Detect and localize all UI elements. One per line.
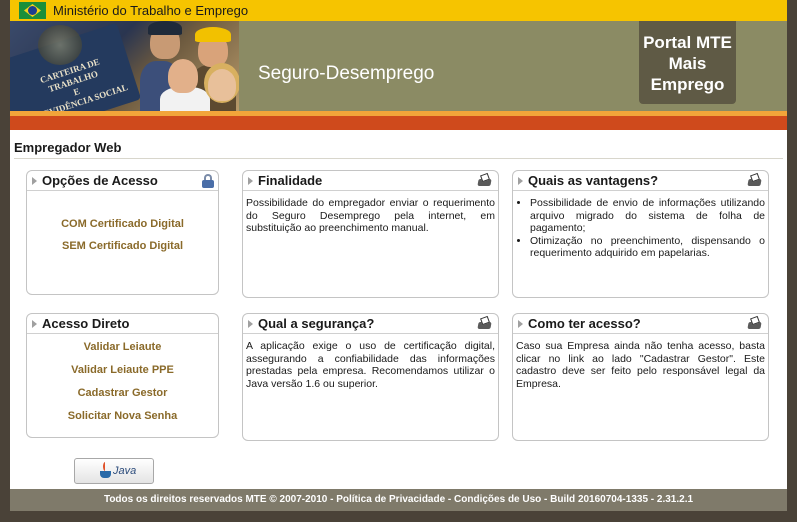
page-frame: Ministério do Trabalho e Emprego CARTEIR… <box>10 0 787 522</box>
list-item: Otimização no preenchimento, dispensando… <box>530 235 765 260</box>
panel-text: Possibilidade do empregador enviar o req… <box>246 197 495 234</box>
panel-opcoes-acesso: Opções de Acesso COM Certificado Digital… <box>26 170 219 295</box>
panel-vantagens: Quais as vantagens? Possibilidade de env… <box>512 170 769 298</box>
panel-title: Como ter acesso? <box>528 316 641 331</box>
panel-title: Finalidade <box>258 173 323 188</box>
com-certificado-link[interactable]: COM Certificado Digital <box>27 218 218 230</box>
doctor-image <box>168 59 198 93</box>
arrow-right-icon <box>32 177 37 185</box>
print-icon[interactable] <box>747 315 762 330</box>
arrow-right-icon <box>248 177 253 185</box>
panel-title: Opções de Acesso <box>42 173 158 188</box>
brazil-flag-icon <box>19 2 46 19</box>
arrow-right-icon <box>518 177 523 185</box>
panel-acesso-direto: Acesso Direto Validar Leiaute Validar Le… <box>26 313 219 438</box>
title-divider <box>14 158 783 159</box>
woman-image <box>208 69 236 101</box>
emblem-image <box>38 25 82 65</box>
footer-border <box>10 511 787 522</box>
ministry-name[interactable]: Ministério do Trabalho e Emprego <box>53 3 248 18</box>
panel-title: Quais as vantagens? <box>528 173 659 188</box>
panel-title: Qual a segurança? <box>258 316 375 331</box>
panel-title: Acesso Direto <box>42 316 130 331</box>
arrow-right-icon <box>32 320 37 328</box>
print-icon[interactable] <box>747 172 762 187</box>
lock-icon <box>202 174 214 188</box>
print-icon[interactable] <box>477 172 492 187</box>
solicitar-nova-senha-link[interactable]: Solicitar Nova Senha <box>27 410 218 422</box>
banner-photo: CARTEIRA DE TRABALHO E PREVIDÊNCIA SOCIA… <box>10 21 239 111</box>
list-item: Possibilidade de envio de informações ut… <box>530 197 765 235</box>
panel-como-acesso: Como ter acesso? Caso sua Empresa ainda … <box>512 313 769 441</box>
panel-text: A aplicação exige o uso de certificação … <box>246 340 495 390</box>
panel-text: Caso sua Empresa ainda não tenha acesso,… <box>516 340 765 390</box>
java-button[interactable]: Java <box>74 458 154 484</box>
validar-leiaute-link[interactable]: Validar Leiaute <box>27 341 218 353</box>
flag-globe <box>28 6 37 15</box>
ministry-bar: Ministério do Trabalho e Emprego <box>10 0 787 21</box>
portal-mte-link[interactable]: Portal MTE Mais Emprego <box>639 21 736 104</box>
banner-title: Seguro-Desemprego <box>258 63 435 84</box>
arrow-right-icon <box>248 320 253 328</box>
panel-seguranca: Qual a segurança? A aplicação exige o us… <box>242 313 499 441</box>
java-label: Java <box>113 465 137 477</box>
java-cup-icon <box>99 462 113 480</box>
validar-leiaute-ppe-link[interactable]: Validar Leiaute PPE <box>27 364 218 376</box>
panel-finalidade: Finalidade Possibilidade do empregador e… <box>242 170 499 298</box>
panel-list: Possibilidade de envio de informações ut… <box>516 197 765 260</box>
footer: Todos os direitos reservados MTE © 2007-… <box>10 489 787 511</box>
header-banner: CARTEIRA DE TRABALHO E PREVIDÊNCIA SOCIA… <box>10 21 787 111</box>
divider-stripe-red <box>10 116 787 130</box>
arrow-right-icon <box>518 320 523 328</box>
print-icon[interactable] <box>477 315 492 330</box>
sem-certificado-link[interactable]: SEM Certificado Digital <box>27 240 218 252</box>
cadastrar-gestor-link[interactable]: Cadastrar Gestor <box>27 387 218 399</box>
page-title: Empregador Web <box>14 140 122 155</box>
